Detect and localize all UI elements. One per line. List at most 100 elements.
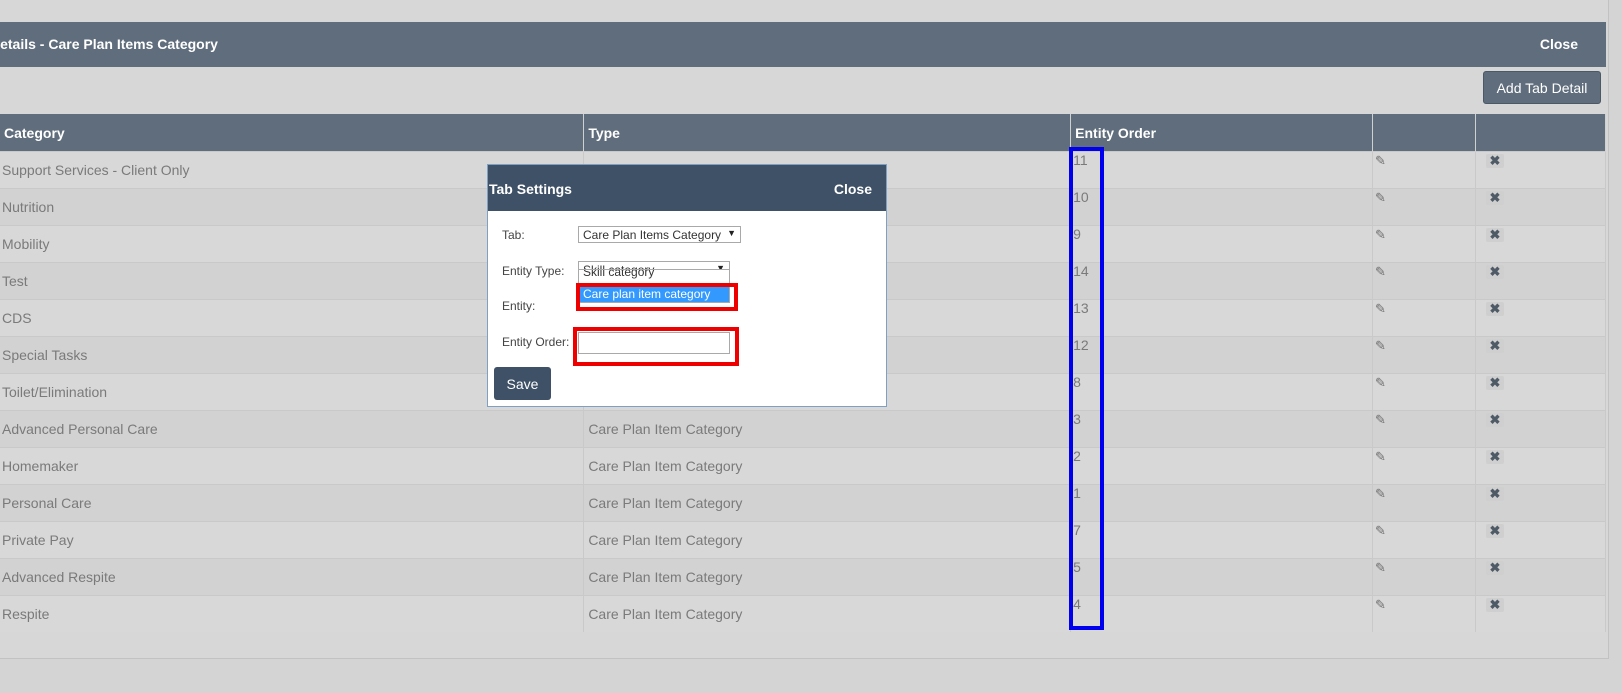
cell-edit: ✎ (1372, 225, 1476, 263)
column-header-edit (1372, 114, 1476, 152)
cell-delete: ✖ (1475, 262, 1607, 300)
cell-entity-order: 12 (1070, 336, 1374, 374)
entity-order-annotation-box (1069, 147, 1104, 630)
panel-close-button[interactable]: Close (1540, 36, 1578, 52)
cell-category: Advanced Respite (0, 558, 585, 596)
tab-label: Tab: (502, 228, 525, 242)
panel-header: Details - Care Plan Items Category Close (0, 22, 1606, 67)
cell-edit: ✎ (1372, 447, 1476, 485)
cell-type: Care Plan Item Category (583, 447, 1072, 485)
cell-category: Personal Care (0, 484, 585, 522)
table-row: Advanced Respite Care Plan Item Category 5… (0, 558, 1607, 596)
table-row: Personal Care Care Plan Item Category 1 ✎ ✖ (0, 484, 1607, 522)
column-header-category[interactable]: Category (0, 114, 585, 152)
cell-edit: ✎ (1372, 484, 1476, 522)
panel-title: Details - Care Plan Items Category (0, 36, 218, 52)
edit-icon[interactable]: ✎ (1375, 154, 1387, 167)
dropdown-option-skill-category[interactable]: Skill category (579, 270, 729, 280)
delete-icon[interactable]: ✖ (1485, 302, 1504, 316)
column-header-type[interactable]: Type (583, 114, 1072, 152)
cell-delete: ✖ (1475, 410, 1607, 448)
option-annotation-box (576, 283, 738, 311)
table-row: Homemaker Care Plan Item Category 2 ✎ ✖ (0, 447, 1607, 485)
delete-icon[interactable]: ✖ (1485, 265, 1504, 279)
cell-category: Respite (0, 595, 585, 632)
cell-entity-order: 5 (1070, 558, 1374, 596)
cell-edit: ✎ (1372, 299, 1476, 337)
edit-icon[interactable]: ✎ (1375, 487, 1387, 500)
edit-icon[interactable]: ✎ (1375, 450, 1387, 463)
delete-icon[interactable]: ✖ (1485, 524, 1504, 538)
entity-label: Entity: (502, 299, 536, 313)
cell-edit: ✎ (1372, 262, 1476, 300)
table-row: Respite Care Plan Item Category 4 ✎ ✖ (0, 595, 1607, 632)
edit-icon[interactable]: ✎ (1375, 413, 1387, 426)
edit-icon[interactable]: ✎ (1375, 228, 1387, 241)
delete-icon[interactable]: ✖ (1485, 450, 1504, 464)
dialog-close-button[interactable]: Close (834, 181, 872, 197)
cell-edit: ✎ (1372, 521, 1476, 559)
cell-category: Advanced Personal Care (0, 410, 585, 448)
delete-icon[interactable]: ✖ (1485, 154, 1504, 168)
entity-type-label: Entity Type: (502, 264, 565, 278)
cell-type: Care Plan Item Category (583, 595, 1072, 632)
cell-edit: ✎ (1372, 151, 1476, 189)
cell-delete: ✖ (1475, 447, 1607, 485)
column-header-delete (1475, 114, 1607, 152)
cell-edit: ✎ (1372, 595, 1476, 632)
delete-icon[interactable]: ✖ (1485, 339, 1504, 353)
cell-type: Care Plan Item Category (583, 558, 1072, 596)
table-header-row: Category Type Entity Order (0, 114, 1607, 152)
delete-icon[interactable]: ✖ (1485, 561, 1504, 575)
cell-category: Homemaker (0, 447, 585, 485)
cell-entity-order: 2 (1070, 447, 1374, 485)
edit-icon[interactable]: ✎ (1375, 598, 1387, 611)
delete-icon[interactable]: ✖ (1485, 413, 1504, 427)
cell-entity-order: 4 (1070, 595, 1374, 632)
cell-type: Care Plan Item Category (583, 410, 1072, 448)
cell-type: Care Plan Item Category (583, 521, 1072, 559)
edit-icon[interactable]: ✎ (1375, 524, 1387, 537)
delete-icon[interactable]: ✖ (1485, 487, 1504, 501)
cell-entity-order: 11 (1070, 151, 1374, 189)
delete-icon[interactable]: ✖ (1485, 376, 1504, 390)
cell-delete: ✖ (1475, 225, 1607, 263)
cell-edit: ✎ (1372, 373, 1476, 411)
edit-icon[interactable]: ✎ (1375, 302, 1387, 315)
cell-entity-order: 10 (1070, 188, 1374, 226)
delete-icon[interactable]: ✖ (1485, 191, 1504, 205)
tab-select[interactable]: Care Plan Items Category ▼ (578, 226, 741, 243)
edit-icon[interactable]: ✎ (1375, 191, 1387, 204)
cell-edit: ✎ (1372, 410, 1476, 448)
cell-delete: ✖ (1475, 299, 1607, 337)
cell-entity-order: 14 (1070, 262, 1374, 300)
cell-entity-order: 7 (1070, 521, 1374, 559)
cell-entity-order: 9 (1070, 225, 1374, 263)
table-row: Private Pay Care Plan Item Category 7 ✎ ✖ (0, 521, 1607, 559)
cell-delete: ✖ (1475, 484, 1607, 522)
delete-icon[interactable]: ✖ (1485, 598, 1504, 612)
input-annotation-box (573, 327, 739, 366)
dialog-title: Tab Settings (489, 181, 572, 197)
edit-icon[interactable]: ✎ (1375, 339, 1387, 352)
delete-icon[interactable]: ✖ (1485, 228, 1504, 242)
cell-edit: ✎ (1372, 188, 1476, 226)
edit-icon[interactable]: ✎ (1375, 376, 1387, 389)
cell-entity-order: 8 (1070, 373, 1374, 411)
tab-details-panel: Details - Care Plan Items Category Close… (0, 0, 1609, 659)
cell-delete: ✖ (1475, 336, 1607, 374)
edit-icon[interactable]: ✎ (1375, 561, 1387, 574)
tab-settings-dialog: Tab Settings Close Tab: Care Plan Items … (487, 164, 887, 407)
tab-select-value: Care Plan Items Category (583, 228, 722, 242)
edit-icon[interactable]: ✎ (1375, 265, 1387, 278)
cell-delete: ✖ (1475, 558, 1607, 596)
column-header-entity-order[interactable]: Entity Order (1070, 114, 1374, 152)
cell-type: Care Plan Item Category (583, 484, 1072, 522)
save-button[interactable]: Save (494, 367, 551, 400)
cell-delete: ✖ (1475, 373, 1607, 411)
cell-entity-order: 13 (1070, 299, 1374, 337)
cell-category: Private Pay (0, 521, 585, 559)
chevron-down-icon: ▼ (727, 228, 736, 238)
add-tab-detail-button[interactable]: Add Tab Detail (1483, 71, 1601, 104)
cell-edit: ✎ (1372, 336, 1476, 374)
